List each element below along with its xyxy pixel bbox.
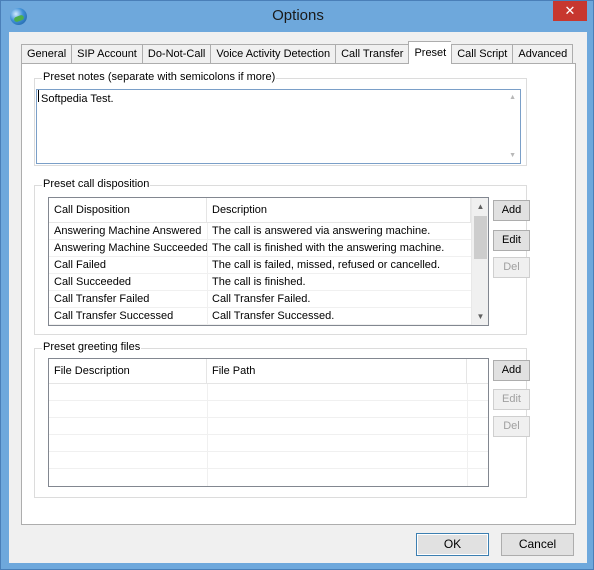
- greeting-add-button[interactable]: Add: [493, 360, 530, 381]
- empty-row: [49, 418, 488, 435]
- description-cell: The call is answered via answering machi…: [212, 225, 431, 237]
- description-cell: The call is failed, missed, refused or c…: [212, 259, 441, 271]
- tab-call-script[interactable]: Call Script: [451, 44, 513, 64]
- table-row[interactable]: Call Succeeded The call is finished.: [49, 274, 472, 291]
- tab-sip-account[interactable]: SIP Account: [71, 44, 142, 64]
- scroll-up-icon[interactable]: ▲: [472, 198, 488, 215]
- column-header-call-disposition[interactable]: Call Disposition: [49, 198, 207, 223]
- disposition-cell: Call Succeeded: [54, 276, 132, 288]
- empty-row: [49, 435, 488, 452]
- tab-general[interactable]: General: [21, 44, 72, 64]
- column-header-file-description[interactable]: File Description: [49, 359, 207, 384]
- greeting-files-label: Preset greeting files: [42, 341, 142, 353]
- tab-voice-activity-detection[interactable]: Voice Activity Detection: [210, 44, 336, 64]
- description-cell: Call Transfer Failed.: [212, 293, 311, 305]
- disposition-del-button[interactable]: Del: [493, 257, 530, 278]
- call-disposition-list[interactable]: Call Disposition Description Answering M…: [48, 197, 489, 326]
- description-cell: Call Transfer Successed.: [212, 310, 335, 322]
- description-cell: The call is finished with the answering …: [212, 242, 445, 254]
- table-row[interactable]: Answering Machine Answered The call is a…: [49, 223, 472, 240]
- greeting-edit-button[interactable]: Edit: [493, 389, 530, 410]
- greeting-files-header: File Description File Path: [49, 359, 488, 384]
- scroll-up-icon[interactable]: ▲: [509, 94, 516, 101]
- window-title: Options: [272, 7, 324, 24]
- disposition-add-button[interactable]: Add: [493, 200, 530, 221]
- cancel-button[interactable]: Cancel: [501, 533, 574, 556]
- tab-call-transfer[interactable]: Call Transfer: [335, 44, 409, 64]
- scroll-down-icon[interactable]: ▼: [509, 152, 516, 159]
- disposition-cell: Answering Machine Succeeded: [54, 242, 207, 254]
- column-header-description[interactable]: Description: [207, 198, 471, 223]
- disposition-cell: Call Transfer Failed: [54, 293, 150, 305]
- options-window: Options ✕ General SIP Account Do-Not-Cal…: [0, 0, 594, 570]
- preset-notes-textarea[interactable]: Softpedia Test. ▲ ▼: [36, 89, 521, 164]
- table-row[interactable]: Call Failed The call is failed, missed, …: [49, 257, 472, 274]
- empty-row: [49, 384, 488, 401]
- dialog-client-area: General SIP Account Do-Not-Call Voice Ac…: [9, 32, 587, 563]
- ok-button[interactable]: OK: [416, 533, 489, 556]
- table-row[interactable]: Call Transfer Successed Call Transfer Su…: [49, 308, 472, 325]
- empty-row: [49, 401, 488, 418]
- description-cell: The call is finished.: [212, 276, 306, 288]
- preset-notes-value: Softpedia Test.: [41, 93, 114, 105]
- close-button[interactable]: ✕: [553, 1, 587, 21]
- tab-do-not-call[interactable]: Do-Not-Call: [141, 44, 211, 64]
- tab-advanced[interactable]: Advanced: [512, 44, 574, 64]
- call-disposition-header: Call Disposition Description: [49, 198, 488, 223]
- tab-preset[interactable]: Preset: [408, 41, 452, 64]
- disposition-cell: Answering Machine Answered: [54, 225, 202, 237]
- call-disposition-label: Preset call disposition: [42, 178, 151, 190]
- scrollbar-thumb[interactable]: [474, 216, 487, 259]
- preset-tab-page: Preset notes (separate with semicolons i…: [21, 63, 576, 525]
- column-header-file-path[interactable]: File Path: [207, 359, 467, 384]
- disposition-cell: Call Failed: [54, 259, 106, 271]
- empty-row: [49, 452, 488, 469]
- vertical-scrollbar[interactable]: ▲ ▼: [471, 198, 488, 325]
- disposition-edit-button[interactable]: Edit: [493, 230, 530, 251]
- disposition-cell: Call Transfer Successed: [54, 310, 174, 322]
- greeting-files-list[interactable]: File Description File Path: [48, 358, 489, 487]
- table-row[interactable]: Answering Machine Succeeded The call is …: [49, 240, 472, 257]
- title-bar[interactable]: Options ✕: [1, 1, 593, 32]
- greeting-del-button[interactable]: Del: [493, 416, 530, 437]
- scroll-down-icon[interactable]: ▼: [472, 308, 488, 325]
- preset-notes-label: Preset notes (separate with semicolons i…: [42, 71, 277, 83]
- tab-strip: General SIP Account Do-Not-Call Voice Ac…: [21, 41, 574, 64]
- text-caret: [38, 90, 39, 103]
- table-row[interactable]: Call Transfer Failed Call Transfer Faile…: [49, 291, 472, 308]
